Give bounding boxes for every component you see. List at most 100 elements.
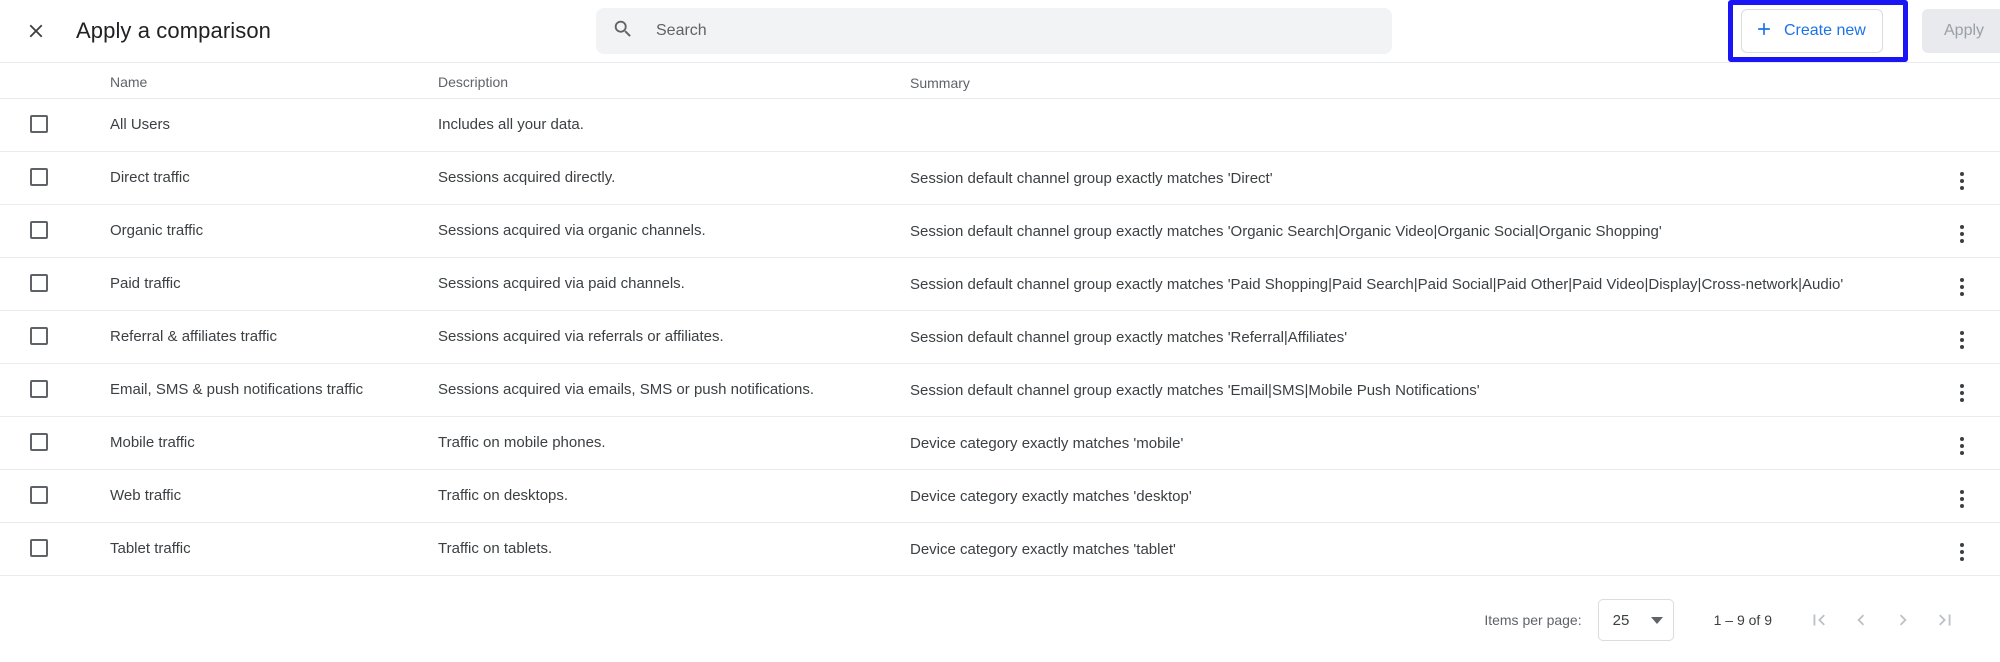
row-description: Sessions acquired via emails, SMS or pus… bbox=[438, 381, 815, 398]
row-checkbox[interactable] bbox=[30, 433, 48, 451]
row-summary bbox=[910, 99, 2000, 114]
table-header-row: Name Description Summary bbox=[0, 63, 2000, 99]
create-new-label: Create new bbox=[1784, 22, 1866, 39]
chevron-left-icon bbox=[1850, 609, 1872, 631]
row-description: Sessions acquired directly. bbox=[438, 169, 616, 186]
chevron-right-icon bbox=[1892, 609, 1914, 631]
table-row[interactable]: Direct traffic Sessions acquired directly… bbox=[0, 152, 2000, 205]
table-row[interactable]: Email, SMS & push notifications traffic S… bbox=[0, 364, 2000, 417]
items-per-page-label: Items per page: bbox=[1484, 612, 1582, 628]
row-summary: Session default channel group exactly ma… bbox=[910, 382, 1480, 399]
row-description: Sessions acquired via referrals or affil… bbox=[438, 328, 724, 345]
row-more-options-button[interactable] bbox=[1944, 216, 1980, 252]
row-checkbox[interactable] bbox=[30, 327, 48, 345]
row-checkbox[interactable] bbox=[30, 380, 48, 398]
more-vert-icon bbox=[1960, 224, 1964, 245]
more-vert-icon bbox=[1960, 436, 1964, 457]
row-summary: Device category exactly matches 'mobile' bbox=[910, 435, 1184, 452]
row-checkbox-cell bbox=[0, 523, 110, 557]
first-page-icon bbox=[1808, 609, 1830, 631]
row-description: Traffic on mobile phones. bbox=[438, 434, 606, 451]
create-new-button[interactable]: Create new bbox=[1741, 9, 1883, 53]
row-name: Referral & affiliates traffic bbox=[110, 328, 278, 345]
row-more-options-button[interactable] bbox=[1944, 428, 1980, 464]
close-button[interactable] bbox=[12, 7, 60, 55]
close-icon bbox=[25, 20, 47, 42]
row-description: Includes all your data. bbox=[438, 116, 584, 133]
row-summary: Device category exactly matches 'desktop… bbox=[910, 488, 1192, 505]
items-per-page-value: 25 bbox=[1612, 611, 1630, 629]
row-summary: Session default channel group exactly ma… bbox=[910, 170, 1273, 187]
table-row[interactable]: Organic traffic Sessions acquired via org… bbox=[0, 205, 2000, 258]
row-description: Traffic on desktops. bbox=[438, 487, 569, 504]
row-checkbox-cell bbox=[0, 258, 110, 292]
search-icon bbox=[612, 18, 634, 45]
row-summary: Session default channel group exactly ma… bbox=[910, 329, 1348, 346]
row-more-options-button[interactable] bbox=[1944, 375, 1980, 411]
row-more-options-button[interactable] bbox=[1944, 322, 1980, 358]
table-row[interactable]: All Users Includes all your data. bbox=[0, 99, 2000, 152]
row-more-options-button[interactable] bbox=[1944, 481, 1980, 517]
header-checkbox-cell bbox=[0, 63, 110, 71]
more-vert-icon bbox=[1960, 542, 1964, 563]
row-checkbox-cell bbox=[0, 364, 110, 398]
row-checkbox[interactable] bbox=[30, 539, 48, 557]
more-vert-icon bbox=[1960, 277, 1964, 298]
row-name: All Users bbox=[110, 116, 171, 133]
more-vert-icon bbox=[1960, 489, 1964, 510]
row-checkbox-cell bbox=[0, 99, 110, 133]
row-checkbox[interactable] bbox=[30, 274, 48, 292]
row-summary: Session default channel group exactly ma… bbox=[910, 223, 1662, 240]
chevron-down-icon bbox=[1650, 616, 1663, 624]
row-name: Email, SMS & push notifications traffic bbox=[110, 381, 364, 398]
row-name: Mobile traffic bbox=[110, 434, 195, 451]
row-name: Direct traffic bbox=[110, 169, 190, 186]
row-more-options-button[interactable] bbox=[1944, 269, 1980, 305]
items-per-page-select[interactable]: 25 bbox=[1597, 599, 1674, 641]
row-description: Traffic on tablets. bbox=[438, 540, 553, 557]
row-checkbox-cell bbox=[0, 417, 110, 451]
row-name: Paid traffic bbox=[110, 275, 181, 292]
row-name: Tablet traffic bbox=[110, 540, 191, 557]
first-page-button[interactable] bbox=[1798, 599, 1840, 641]
row-summary: Session default channel group exactly ma… bbox=[910, 276, 1844, 293]
row-checkbox[interactable] bbox=[30, 115, 48, 133]
more-vert-icon bbox=[1960, 171, 1964, 192]
row-checkbox-cell bbox=[0, 470, 110, 504]
row-checkbox[interactable] bbox=[30, 168, 48, 186]
row-description: Sessions acquired via paid channels. bbox=[438, 275, 685, 292]
page-range-label: 1 – 9 of 9 bbox=[1713, 612, 1772, 628]
row-checkbox-cell bbox=[0, 311, 110, 345]
apply-button[interactable]: Apply bbox=[1922, 9, 2000, 53]
last-page-icon bbox=[1934, 609, 1956, 631]
row-name: Web traffic bbox=[110, 487, 182, 504]
row-description: Sessions acquired via organic channels. bbox=[438, 222, 706, 239]
search-box[interactable] bbox=[596, 8, 1392, 54]
previous-page-button[interactable] bbox=[1840, 599, 1882, 641]
table-row[interactable]: Tablet traffic Traffic on tablets. Device … bbox=[0, 523, 2000, 576]
table-row[interactable]: Paid traffic Sessions acquired via paid c… bbox=[0, 258, 2000, 311]
row-summary: Device category exactly matches 'tablet' bbox=[910, 541, 1176, 558]
last-page-button[interactable] bbox=[1924, 599, 1966, 641]
more-vert-icon bbox=[1960, 330, 1964, 351]
table-row[interactable]: Mobile traffic Traffic on mobile phones. D… bbox=[0, 417, 2000, 470]
table-body: All Users Includes all your data. Direct t… bbox=[0, 99, 2000, 576]
table-row[interactable]: Referral & affiliates traffic Sessions ac… bbox=[0, 311, 2000, 364]
next-page-button[interactable] bbox=[1882, 599, 1924, 641]
dialog-header: Apply a comparison Create new Apply bbox=[0, 0, 2000, 62]
column-header-summary: Summary bbox=[910, 75, 970, 91]
column-header-description: Description bbox=[438, 74, 509, 90]
row-checkbox[interactable] bbox=[30, 221, 48, 239]
more-vert-icon bbox=[1960, 383, 1964, 404]
page-title: Apply a comparison bbox=[76, 18, 272, 43]
paginator: Items per page: 25 1 – 9 of 9 bbox=[0, 576, 2000, 662]
row-more-options-button[interactable] bbox=[1944, 163, 1980, 199]
row-checkbox[interactable] bbox=[30, 486, 48, 504]
row-more-options-button[interactable] bbox=[1944, 534, 1980, 570]
plus-icon bbox=[1754, 19, 1774, 44]
comparisons-table: Name Description Summary All Users Includ… bbox=[0, 63, 2000, 576]
column-header-name: Name bbox=[110, 74, 148, 90]
search-input[interactable] bbox=[656, 8, 1376, 54]
table-row[interactable]: Web traffic Traffic on desktops. Device ca… bbox=[0, 470, 2000, 523]
row-checkbox-cell bbox=[0, 205, 110, 239]
